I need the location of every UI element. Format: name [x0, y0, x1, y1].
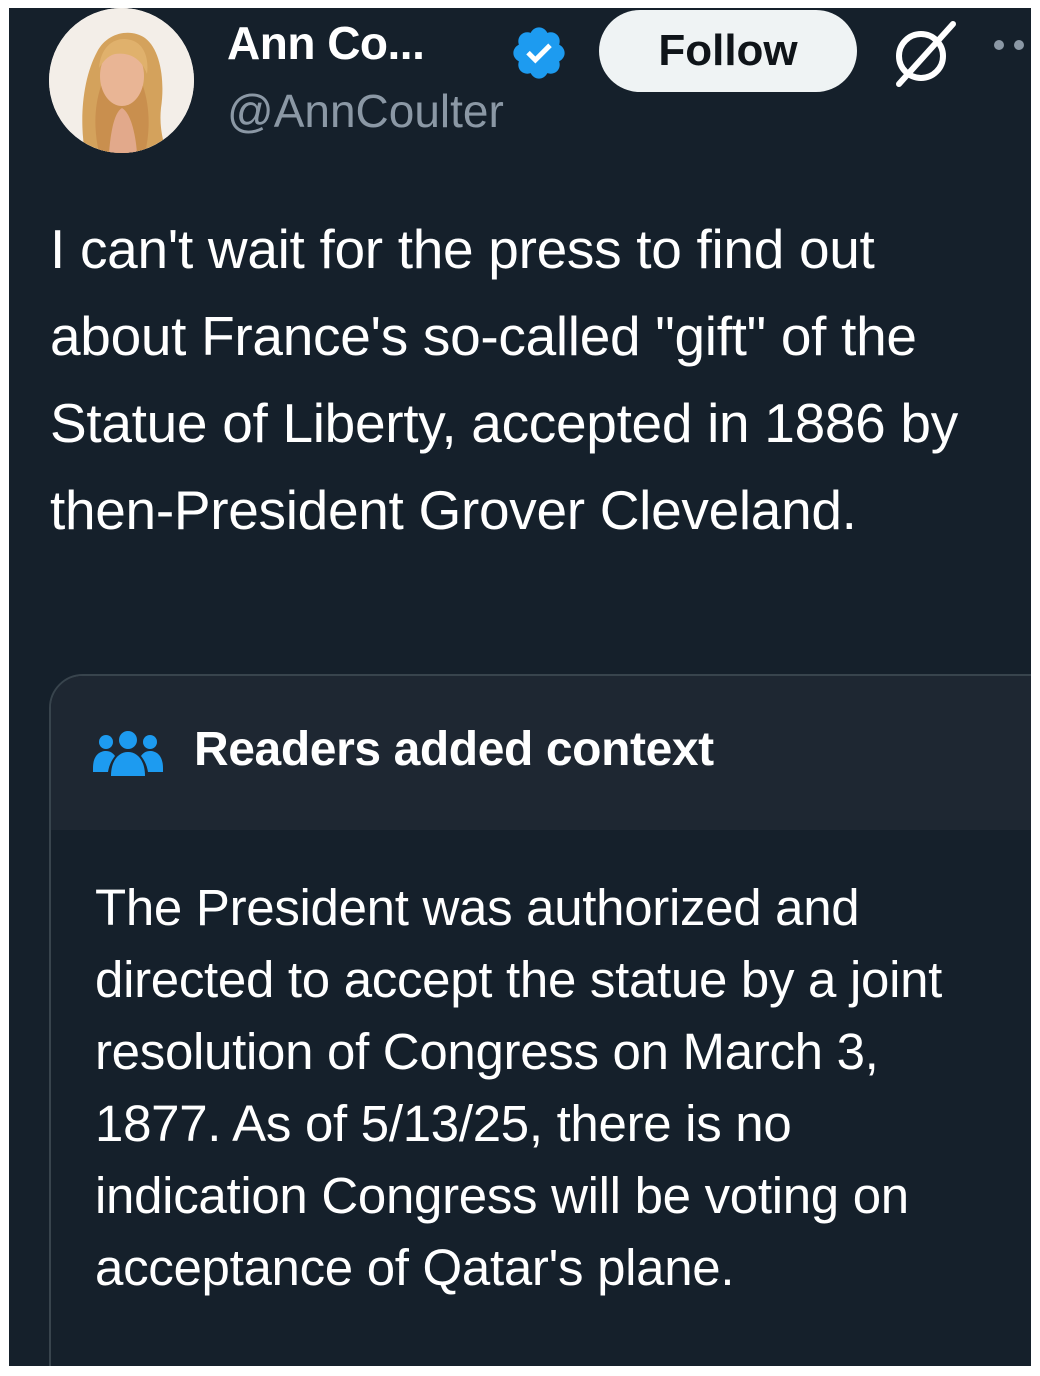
- more-options-icon[interactable]: [991, 30, 1031, 60]
- community-note[interactable]: Readers added context The President was …: [49, 674, 1031, 1366]
- tweet-card: Ann Co... @AnnCoulter Follow I can't wai…: [9, 8, 1031, 1366]
- community-note-title: Readers added context: [194, 723, 714, 776]
- display-name[interactable]: Ann Co...: [227, 16, 425, 70]
- community-note-body: The President was authorized and directe…: [95, 879, 943, 1296]
- handle[interactable]: @AnnCoulter: [227, 84, 504, 138]
- avatar-photo: [49, 8, 194, 153]
- avatar[interactable]: [49, 8, 194, 153]
- tweet-text: I can't wait for the press to find out a…: [50, 218, 958, 541]
- community-note-header: Readers added context: [51, 676, 1031, 830]
- people-icon: [93, 731, 163, 776]
- follow-button[interactable]: Follow: [599, 10, 857, 92]
- grok-icon[interactable]: [887, 18, 959, 90]
- verified-badge-icon: [513, 27, 565, 79]
